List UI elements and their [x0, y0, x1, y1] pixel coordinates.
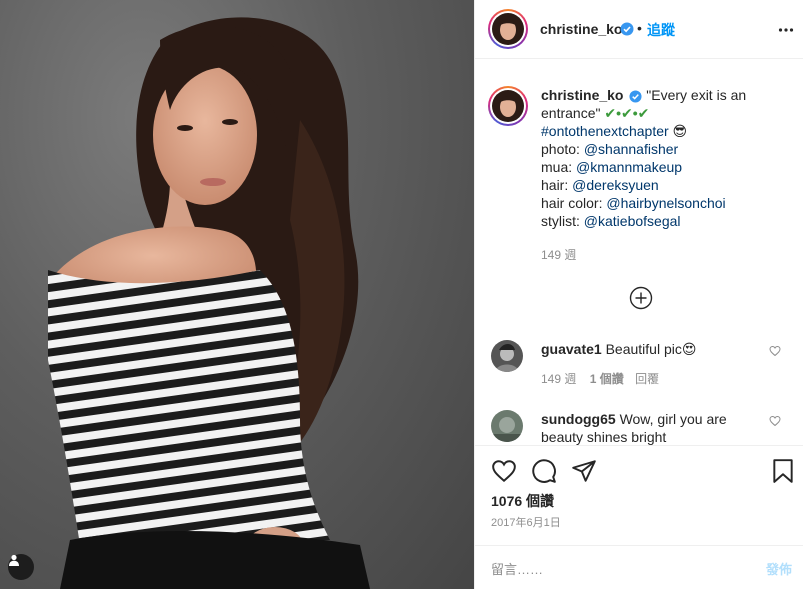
user-tag-icon[interactable]: [8, 554, 34, 580]
bookmark-icon[interactable]: [771, 458, 795, 484]
caption-username[interactable]: christine_ko: [541, 87, 623, 103]
verified-badge-icon: [620, 22, 634, 36]
add-comment-bar: 留言…… 發佈: [475, 545, 803, 589]
credit-label-stylist: stylist:: [541, 213, 580, 229]
author-username[interactable]: christine_ko: [540, 21, 622, 37]
post-photo[interactable]: [0, 0, 474, 589]
comment-body: guavate1 Beautiful pic😍: [541, 340, 731, 358]
caption-avatar[interactable]: [488, 86, 528, 126]
mention-link-hair[interactable]: @dereksyuen: [572, 177, 659, 193]
heart-eyes-emoji: 😍: [681, 341, 697, 357]
follow-button[interactable]: 追蹤: [647, 20, 675, 40]
comment-input[interactable]: 留言……: [491, 559, 731, 578]
caption-age[interactable]: 149 週: [541, 246, 576, 263]
comment-like-icon[interactable]: [769, 415, 781, 427]
comments-list[interactable]: christine_ko "Every exit is an entrance"…: [475, 60, 803, 445]
comment-age[interactable]: 149 週: [541, 372, 576, 386]
author-avatar[interactable]: [488, 9, 528, 49]
hashtag-link[interactable]: #ontothenextchapter: [541, 123, 669, 139]
mention-link-haircolor[interactable]: @hairbynelsonchoi: [606, 195, 725, 211]
plus-circle-icon[interactable]: [629, 286, 653, 310]
share-icon[interactable]: [571, 458, 597, 484]
post-actions: 1076 個讚 2017年6月1日: [475, 445, 803, 545]
heart-icon[interactable]: [491, 458, 517, 484]
check-emojis: ✔•✔•✔: [604, 105, 650, 121]
credit-label-photo: photo:: [541, 141, 580, 157]
comment-body: sundogg65 Wow, girl you are beauty shine…: [541, 410, 731, 445]
post-date[interactable]: 2017年6月1日: [491, 514, 561, 530]
mention-link-mua[interactable]: @kmannmakeup: [576, 159, 682, 175]
credit-label-hair: hair:: [541, 177, 569, 193]
commenter-username[interactable]: guavate1: [541, 341, 602, 357]
header-separator: •: [637, 20, 642, 36]
commenter-avatar[interactable]: [491, 410, 523, 442]
mention-link-photo[interactable]: @shannafisher: [584, 141, 678, 157]
verified-badge-icon: [629, 90, 642, 103]
comment-text: Beautiful pic: [605, 341, 682, 357]
reply-button[interactable]: 回覆: [635, 372, 659, 386]
comment-icon[interactable]: [531, 458, 557, 484]
credit-label-haircolor: hair color:: [541, 195, 603, 211]
mention-link-stylist[interactable]: @katiebofsegal: [584, 213, 681, 229]
commenter-username[interactable]: sundogg65: [541, 411, 616, 427]
credit-label-mua: mua:: [541, 159, 573, 175]
comment-meta: 149 週 1 個讚 回覆: [541, 370, 659, 387]
comment-like-icon[interactable]: [769, 345, 781, 357]
post-comment-button[interactable]: 發佈: [766, 559, 792, 578]
sunglasses-emoji: 😎: [672, 123, 688, 139]
post-detail-panel: christine_ko • 追蹤 christine_ko "Every ex…: [474, 0, 803, 589]
comment-likes[interactable]: 1 個讚: [590, 372, 624, 386]
likes-count[interactable]: 1076 個讚: [491, 491, 554, 511]
post-header: christine_ko • 追蹤: [475, 0, 803, 59]
caption-text: christine_ko "Every exit is an entrance"…: [541, 86, 791, 230]
commenter-avatar[interactable]: [491, 340, 523, 372]
portrait-image: [48, 17, 370, 589]
more-options-icon[interactable]: [778, 22, 794, 38]
